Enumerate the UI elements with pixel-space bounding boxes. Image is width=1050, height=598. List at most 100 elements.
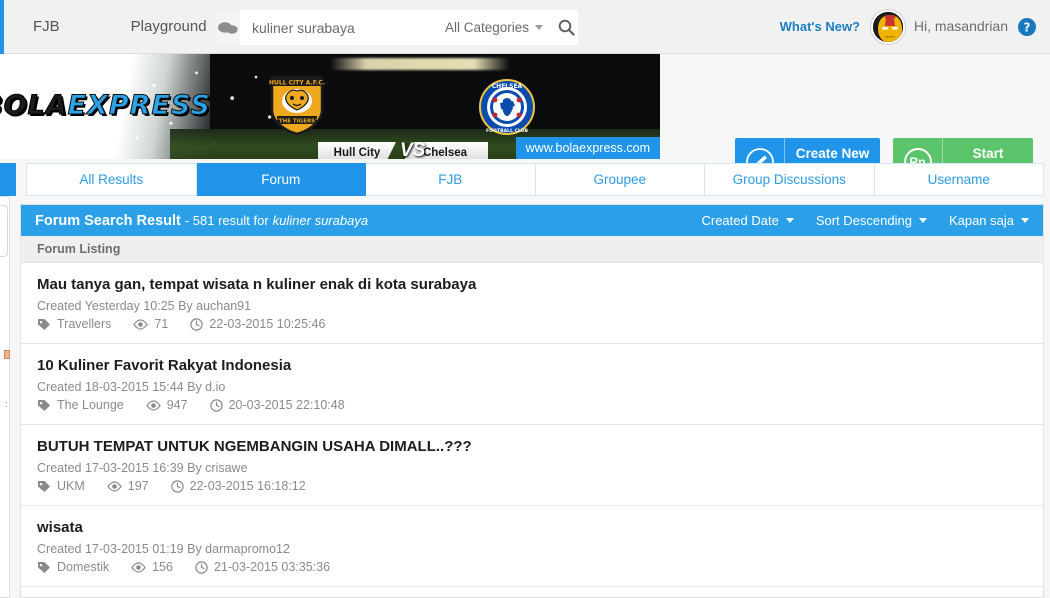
- sort-field-dropdown[interactable]: Created Date: [701, 213, 794, 228]
- whats-new-link[interactable]: What's New?: [780, 19, 860, 34]
- forum-listing-subheader: Forum Listing: [21, 236, 1043, 263]
- tab-fjb[interactable]: FJB: [366, 163, 536, 196]
- result-timestamp-value: 20-03-2015 22:10:48: [228, 398, 345, 412]
- eye-icon: [131, 561, 146, 573]
- result-created-info: Created Yesterday 10:25 By auchan91: [37, 299, 252, 313]
- result-timestamp: 22-03-2015 10:25:46: [190, 317, 325, 331]
- user-greeting: Hi, masandrian: [913, 18, 1008, 34]
- advertisement-banner[interactable]: BOLAEXPRESS HULL CITY A.F.C. "THE TIGERS…: [0, 54, 660, 159]
- banner-zone: BOLAEXPRESS HULL CITY A.F.C. "THE TIGERS…: [0, 54, 1050, 185]
- hull-city-crest-icon: HULL CITY A.F.C. "THE TIGERS": [268, 74, 326, 136]
- search-results-panel: Forum Search Result - 581 result for kul…: [20, 204, 1044, 598]
- banner-stadium-lights: [330, 58, 510, 70]
- result-timestamp-value: 21-03-2015 03:35:36: [213, 560, 331, 574]
- chat-bubble-icon[interactable]: [216, 10, 240, 45]
- chelsea-crest-icon: CHELSEA FOOTBALL CLUB: [478, 76, 536, 138]
- bolaexpress-logo: BOLAEXPRESS: [0, 90, 211, 122]
- tag-icon: [38, 561, 50, 573]
- category-dropdown[interactable]: All Categories: [445, 10, 556, 45]
- tab-group-discussions[interactable]: Group Discussions: [705, 163, 875, 196]
- eye-icon: [133, 318, 149, 330]
- result-timestamp-value: 22-03-2015 16:18:12: [189, 479, 306, 493]
- tag-icon: [38, 318, 50, 330]
- svg-text:"THE TIGERS": "THE TIGERS": [276, 118, 318, 124]
- tab-all-results[interactable]: All Results: [26, 163, 197, 196]
- tab-groupee[interactable]: Groupee: [535, 163, 705, 196]
- result-stats: Domestik 156 21-03-2015 03:35:36: [37, 560, 1027, 574]
- table-row[interactable]: Mau tanya gan, tempat wisata n kuliner e…: [21, 263, 1043, 344]
- result-views-count: 71: [154, 317, 169, 331]
- svg-text:FOOTBALL CLUB: FOOTBALL CLUB: [486, 128, 528, 134]
- result-title[interactable]: 10 Kuliner Favorit Rakyat Indonesia: [37, 357, 1027, 374]
- eye-icon: [146, 399, 161, 411]
- tab-username[interactable]: Username: [874, 163, 1044, 196]
- results-header-controls: Created Date Sort Descending Kapan saja: [679, 213, 1029, 228]
- result-created-info: Created 18-03-2015 15:44 By d.io: [37, 380, 226, 394]
- clock-icon: [190, 317, 204, 331]
- table-row[interactable]: wisata Created 17-03-2015 01:19 By darma…: [21, 506, 1043, 587]
- sort-order-dropdown[interactable]: Sort Descending: [816, 213, 927, 228]
- svg-text:HULL CITY A.F.C.: HULL CITY A.F.C.: [269, 80, 325, 87]
- time-filter-dropdown[interactable]: Kapan saja: [949, 213, 1029, 228]
- results-header-bar: Forum Search Result - 581 result for kul…: [21, 205, 1043, 236]
- chevron-down-icon: [1021, 218, 1029, 223]
- sort-field-label: Created Date: [701, 213, 779, 228]
- table-row[interactable]: BUTUH TEMPAT UNTUK NGEMBANGIN USAHA DIMA…: [21, 425, 1043, 506]
- result-views-count: 156: [152, 560, 173, 574]
- result-tag-label: Travellers: [57, 317, 112, 331]
- chevron-down-icon: [918, 218, 927, 223]
- result-views-count: 947: [166, 398, 188, 412]
- chevron-down-icon: [785, 218, 794, 223]
- result-tag-label: UKM: [57, 479, 85, 493]
- top-navigation-bar: FJB Playground All Categories What's New…: [0, 0, 1050, 54]
- result-tag[interactable]: Travellers: [37, 317, 111, 331]
- logo-express: EXPRESS: [67, 90, 211, 122]
- table-row[interactable]: 10 Kuliner Favorit Rakyat Indonesia Crea…: [21, 344, 1043, 425]
- help-circle-icon[interactable]: ?: [1017, 17, 1037, 37]
- search-scope-tabs: All Results Forum FJB Groupee Group Disc…: [26, 163, 1044, 196]
- result-timestamp: 22-03-2015 16:18:12: [170, 479, 306, 493]
- result-stats: UKM 197 22-03-2015 16:18:12: [37, 479, 1027, 493]
- tab-forum[interactable]: Forum: [196, 163, 366, 196]
- svg-text:CHELSEA: CHELSEA: [492, 83, 523, 90]
- result-tag[interactable]: The Lounge: [37, 398, 124, 412]
- offscreen-sidebar-dots: :: [5, 399, 8, 409]
- results-header-title: Forum Search Result: [35, 212, 181, 229]
- sort-order-label: Sort Descending: [815, 213, 912, 228]
- offscreen-sidebar-box: [0, 205, 8, 257]
- results-header-query: kuliner surabaya: [272, 213, 369, 228]
- banner-website-url: www.bolaexpress.com: [515, 137, 660, 159]
- chevron-down-icon: [535, 25, 544, 30]
- nav-accent-stripe: [0, 0, 4, 54]
- clock-icon: [170, 479, 184, 493]
- result-created-info: Created 17-03-2015 01:19 By darmapromo12: [37, 542, 290, 556]
- offscreen-sidebar-marker: [4, 350, 10, 359]
- search-icon[interactable]: [555, 10, 578, 45]
- result-tag[interactable]: UKM: [37, 479, 85, 493]
- clock-icon: [209, 398, 223, 412]
- result-title[interactable]: BUTUH TEMPAT UNTUK NGEMBANGIN USAHA DIMA…: [37, 438, 1027, 455]
- result-title[interactable]: wisata: [37, 519, 1027, 536]
- versus-label: VS: [400, 140, 426, 159]
- tag-icon: [38, 480, 50, 492]
- user-avatar[interactable]: [871, 10, 905, 44]
- search-input[interactable]: [240, 10, 445, 45]
- tab-row-accent: [0, 163, 16, 196]
- nav-link-fjb[interactable]: FJB: [25, 18, 68, 35]
- clock-icon: [195, 560, 208, 574]
- logo-bola: BOLA: [0, 90, 68, 122]
- result-views: 197: [107, 479, 149, 493]
- eye-icon: [107, 480, 122, 492]
- nav-link-playground[interactable]: Playground: [123, 18, 215, 35]
- results-header-subtitle: - 581 result for: [184, 213, 269, 228]
- result-views: 156: [131, 560, 173, 574]
- home-team-name: Hull City: [318, 142, 396, 159]
- result-tag[interactable]: Domestik: [37, 560, 109, 574]
- result-views: 71: [133, 317, 168, 331]
- result-title[interactable]: Mau tanya gan, tempat wisata n kuliner e…: [37, 276, 1027, 293]
- result-stats: The Lounge 947 20-03-2015 22:10:48: [37, 398, 1027, 412]
- result-views: 947: [146, 398, 188, 412]
- result-tag-label: The Lounge: [57, 398, 124, 412]
- result-timestamp-value: 22-03-2015 10:25:46: [209, 317, 326, 331]
- result-timestamp: 20-03-2015 22:10:48: [209, 398, 345, 412]
